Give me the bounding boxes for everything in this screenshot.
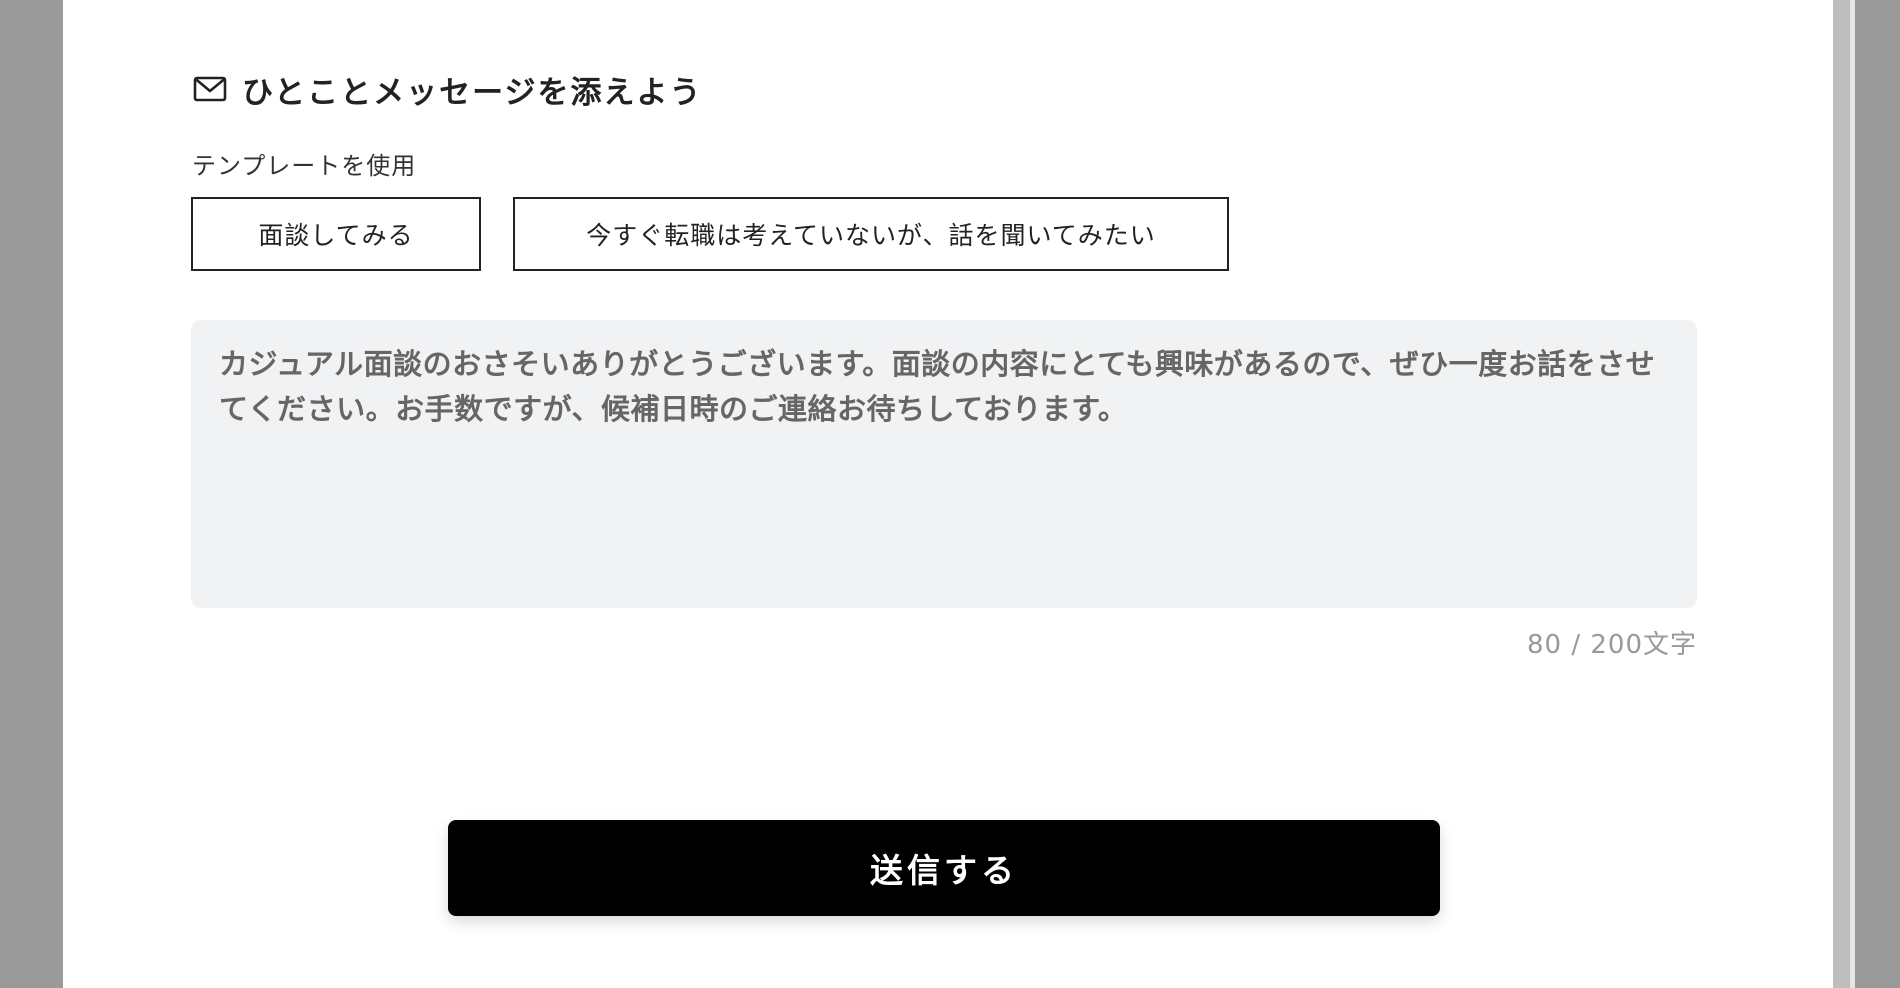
panel-edge <box>1825 0 1833 988</box>
template-button-interview[interactable]: 面談してみる <box>191 197 481 271</box>
section-title: ひとことメッセージを添えよう <box>242 74 703 111</box>
backdrop-right <box>1855 0 1900 988</box>
message-textarea[interactable]: カジュアル面談のおさそいありがとうございます。面談の内容にとても興味があるので、… <box>191 320 1697 608</box>
template-label: テンプレートを使用 <box>192 152 417 180</box>
mail-icon <box>192 74 228 104</box>
scrollbar[interactable] <box>1833 0 1850 988</box>
submit-button[interactable]: 送信する <box>448 820 1440 916</box>
section-heading: ひとことメッセージを添えよう <box>192 66 702 112</box>
template-button-just-listen[interactable]: 今すぐ転職は考えていないが、話を聞いてみたい <box>513 197 1229 271</box>
character-counter: 80 / 200文字 <box>1527 630 1697 660</box>
